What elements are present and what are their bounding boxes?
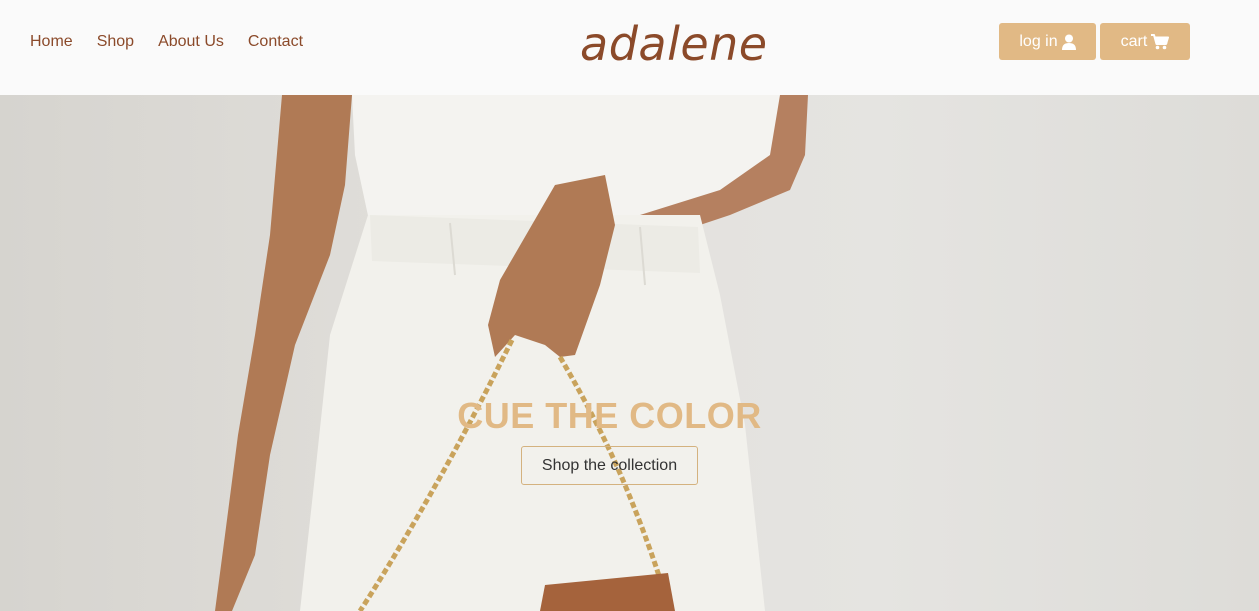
cart-button[interactable]: cart (1100, 23, 1190, 60)
hero-banner: CUE THE COLOR Shop the collection (0, 95, 1259, 611)
shop-collection-button[interactable]: Shop the collection (521, 446, 698, 485)
brand-logo[interactable]: adalene (580, 16, 768, 72)
cart-label: cart (1120, 32, 1148, 50)
hero-headline: CUE THE COLOR (457, 395, 762, 436)
login-label: log in (1019, 32, 1058, 50)
nav-link-about-us[interactable]: About Us (158, 32, 224, 52)
shopping-cart-icon (1151, 33, 1170, 50)
nav-link-shop[interactable]: Shop (97, 32, 134, 52)
hero-image (215, 95, 808, 611)
main-nav: Home Shop About Us Contact (30, 32, 327, 52)
nav-link-contact[interactable]: Contact (248, 32, 303, 52)
user-icon (1061, 34, 1076, 50)
login-button[interactable]: log in (999, 23, 1096, 60)
site-header: Home Shop About Us Contact adalene log i… (0, 0, 1259, 95)
header-actions: log in cart (999, 23, 1190, 60)
nav-link-home[interactable]: Home (30, 32, 73, 52)
